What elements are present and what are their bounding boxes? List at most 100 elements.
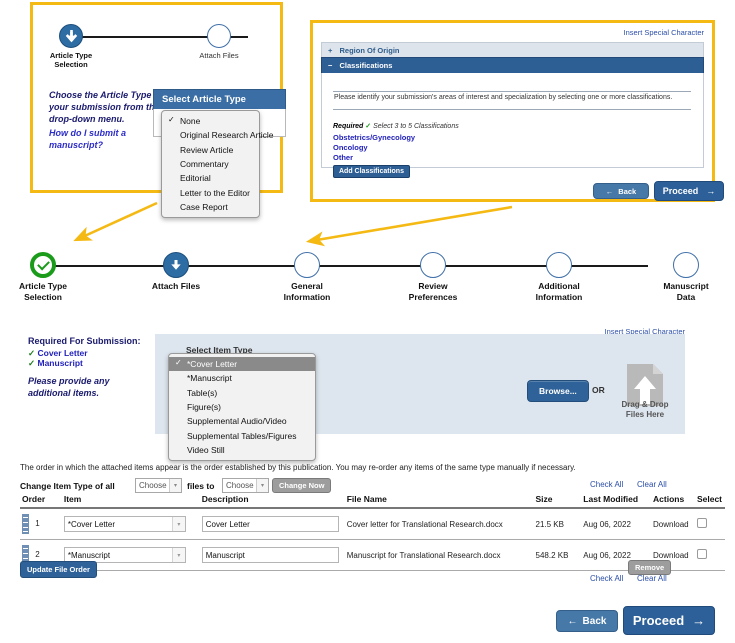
row-checkbox[interactable] — [696, 518, 707, 528]
col-file-name: File Name — [344, 493, 534, 509]
step-label-review-preferences: Review Preferences — [389, 281, 477, 302]
cell-file-name[interactable]: Manuscript for Translational Research.do… — [344, 539, 534, 571]
col-last-modified: Last Modified — [581, 493, 652, 509]
step-label-line2: Information — [535, 291, 583, 302]
step-label-line1: Review — [418, 281, 448, 291]
chevron-down-icon: ▾ — [171, 548, 185, 562]
step-node-additional-information[interactable] — [546, 252, 572, 278]
required-item-manuscript: ✓ Manuscript — [28, 358, 83, 369]
submission-wizard-screenshot: Article Type Selection Attach Files Choos… — [0, 0, 735, 643]
option-label: *Cover Letter — [187, 359, 238, 369]
select-value: Choose — [139, 481, 167, 490]
check-icon: ✓ — [28, 348, 36, 358]
required-for-submission-heading: Required For Submission: — [28, 336, 141, 346]
option-label: Supplemental Audio/Video — [187, 416, 287, 427]
dropdown-option: Figure(s) — [169, 400, 315, 414]
dropdown-option: Table(s) — [169, 386, 315, 400]
back-button-footer[interactable]: ← Back — [556, 610, 618, 632]
update-file-order-button[interactable]: Update File Order — [20, 561, 97, 578]
step-label-manuscript-data: Manuscript Data — [642, 281, 730, 302]
check-all-link-bottom[interactable]: Check All — [590, 574, 623, 583]
file-order-note: The order in which the attached items ap… — [20, 463, 576, 472]
step-label-line2: Preferences — [408, 291, 458, 302]
arrow-left-icon: ← — [567, 615, 578, 627]
step-label-attach-files: Attach Files — [132, 281, 220, 292]
step-node-general-information[interactable] — [294, 252, 320, 278]
change-item-type-middle: files to — [187, 481, 215, 491]
dropdown-option: *Manuscript — [169, 371, 315, 385]
attached-files-table: Order Item Description File Name Size La… — [20, 493, 725, 571]
col-size: Size — [533, 493, 582, 509]
step-label-line1: Attach Files — [151, 281, 201, 291]
step-node-attach-files[interactable] — [163, 252, 189, 278]
clear-all-link-top[interactable]: Clear All — [637, 480, 667, 489]
order-value: 1 — [35, 519, 40, 529]
check-icon: ✓ — [175, 358, 182, 367]
change-item-type-select-1[interactable]: Choose ▾ — [135, 478, 182, 493]
cell-item[interactable]: *Cover Letter ▾ — [61, 508, 200, 540]
browse-button[interactable]: Browse... — [527, 380, 589, 402]
option-label: Supplemental Tables/Figures — [187, 430, 297, 441]
description-input[interactable]: Manuscript — [201, 547, 339, 563]
cell-file-name[interactable]: Cover letter for Translational Research.… — [344, 508, 534, 540]
step-label-line2: Data — [676, 291, 696, 302]
col-item: Item — [61, 493, 200, 509]
select-value: *Manuscript — [67, 550, 111, 560]
dropdown-option: Supplemental Audio/Video — [169, 414, 315, 428]
chevron-down-icon: ▾ — [169, 479, 181, 492]
back-label: Back — [582, 615, 607, 627]
required-item-label: Cover Letter — [37, 348, 88, 358]
col-description: Description — [199, 493, 345, 509]
proceed-label: Proceed — [632, 613, 685, 628]
cell-download-link[interactable]: Download — [651, 508, 695, 540]
dropdown-option: Supplemental Tables/Figures — [169, 429, 315, 443]
clear-all-link-bottom[interactable]: Clear All — [637, 574, 667, 583]
cell-size: 21.5 KB — [533, 508, 582, 540]
select-value: Choose — [226, 481, 254, 490]
cell-size: 548.2 KB — [533, 539, 582, 571]
chevron-down-icon: ▾ — [171, 517, 185, 531]
item-type-dropdown-menu[interactable]: ✓ *Cover Letter *Manuscript Table(s) Figu… — [168, 353, 316, 462]
step-node-manuscript-data[interactable] — [673, 252, 699, 278]
item-type-select[interactable]: *Cover Letter ▾ — [63, 516, 186, 532]
or-separator-label: OR — [592, 385, 605, 395]
option-label: *Manuscript — [187, 373, 232, 384]
description-input[interactable]: Cover Letter — [201, 516, 339, 532]
chevron-down-icon: ▾ — [256, 479, 268, 492]
row-checkbox[interactable] — [696, 549, 707, 559]
drag-drop-line1: Drag & Drop — [621, 400, 669, 409]
step-label-line1: Manuscript — [663, 281, 709, 291]
step-node-article-type-selection[interactable] — [30, 252, 56, 278]
check-all-link-top[interactable]: Check All — [590, 480, 623, 489]
proceed-button-footer[interactable]: Proceed → — [623, 606, 715, 635]
col-select: Select — [694, 493, 725, 509]
remove-button[interactable]: Remove — [628, 560, 672, 575]
change-item-type-select-2[interactable]: Choose ▾ — [222, 478, 269, 493]
cell-select[interactable] — [694, 508, 725, 540]
cell-description[interactable]: Manuscript — [199, 539, 345, 571]
change-item-type-prefix: Change Item Type of all — [20, 481, 115, 491]
dropdown-option: Video Still — [169, 443, 315, 457]
step-node-review-preferences[interactable] — [420, 252, 446, 278]
table-row: 2 *Manuscript ▾ Manuscript Manuscript for… — [20, 539, 725, 571]
cell-order[interactable]: 1 — [20, 508, 62, 540]
table-header-row: Order Item Description File Name Size La… — [20, 493, 725, 509]
option-label: Figure(s) — [187, 401, 222, 412]
table-row: 1 *Cover Letter ▾ Cover Letter Cover lett… — [20, 508, 725, 540]
cell-select[interactable] — [694, 539, 725, 571]
arrow-right-icon: → — [692, 613, 706, 628]
step-label-line2: Selection — [24, 291, 62, 302]
additional-items-note: Please provide any additional items. — [28, 376, 110, 399]
col-order: Order — [20, 493, 62, 509]
required-item-label: Manuscript — [37, 358, 83, 368]
step-label-general-information: General Information — [263, 281, 351, 302]
step-label-additional-information: Additional Information — [515, 281, 603, 302]
step-label-article-type-selection: Article Type Selection — [0, 281, 87, 302]
step-label-line2: Information — [283, 291, 331, 302]
change-now-button[interactable]: Change Now — [272, 478, 332, 493]
check-icon: ✓ — [28, 358, 36, 368]
step-label-line1: Additional — [538, 281, 580, 291]
cell-description[interactable]: Cover Letter — [199, 508, 345, 540]
row-drag-handle[interactable] — [22, 514, 29, 534]
order-value: 2 — [35, 550, 40, 560]
